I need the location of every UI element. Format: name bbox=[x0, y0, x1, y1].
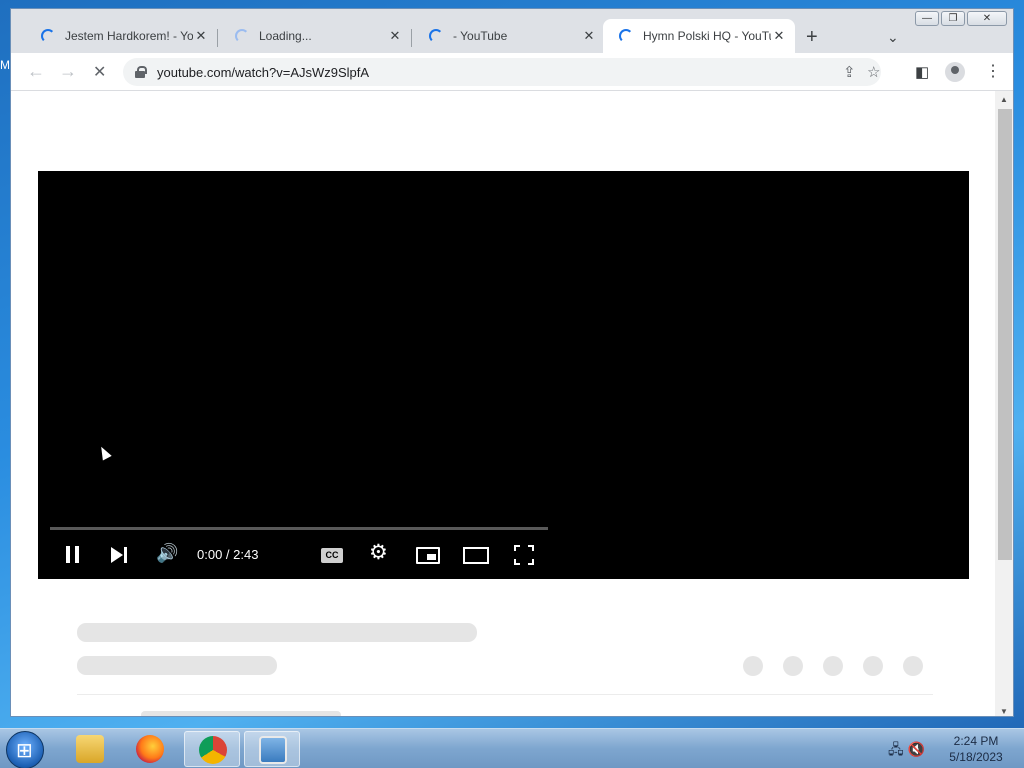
bookmark-star-icon[interactable]: ☆ bbox=[867, 63, 880, 81]
close-icon[interactable]: ✕ bbox=[771, 28, 787, 44]
vertical-scrollbar[interactable]: ▲ ▼ bbox=[995, 91, 1013, 716]
video-player[interactable]: 🔊 0:00 / 2:43 CC ⚙ bbox=[38, 171, 969, 579]
taskbar-firefox[interactable] bbox=[122, 731, 178, 767]
time-display: 0:00 / 2:43 bbox=[197, 547, 259, 562]
tab-title: Loading... bbox=[259, 29, 312, 43]
close-icon[interactable]: ✕ bbox=[387, 28, 403, 44]
tab-separator bbox=[411, 29, 412, 47]
chrome-icon bbox=[199, 736, 227, 764]
tab-search-button[interactable]: ⌄ bbox=[887, 29, 899, 46]
explorer-icon bbox=[76, 735, 104, 763]
theater-mode-button[interactable] bbox=[463, 547, 489, 564]
scroll-down-arrow-icon[interactable]: ▼ bbox=[1000, 707, 1008, 716]
taskbar-image-viewer[interactable] bbox=[244, 731, 300, 767]
tab-hymn-polski[interactable]: Hymn Polski HQ - YouTu ✕ bbox=[603, 19, 795, 53]
channel-placeholder bbox=[77, 656, 277, 675]
tab-loading[interactable]: Loading... ✕ bbox=[219, 19, 411, 53]
content-divider bbox=[77, 694, 933, 695]
tab-youtube[interactable]: - YouTube ✕ bbox=[413, 19, 605, 53]
new-tab-button[interactable]: + bbox=[806, 26, 818, 49]
start-button[interactable] bbox=[6, 731, 44, 768]
firefox-icon bbox=[136, 735, 164, 763]
url-text[interactable]: youtube.com/watch?v=AJsWz9SlpfA bbox=[157, 65, 369, 80]
page-content: 🔊 0:00 / 2:43 CC ⚙ bbox=[11, 91, 995, 716]
image-viewer-icon bbox=[259, 736, 287, 764]
lock-icon[interactable] bbox=[135, 66, 147, 78]
loading-spinner-icon bbox=[429, 29, 443, 43]
taskbar-explorer[interactable] bbox=[62, 731, 118, 767]
next-button[interactable] bbox=[111, 547, 129, 563]
back-button[interactable]: ← bbox=[27, 61, 45, 82]
volume-icon[interactable]: 🔊 bbox=[156, 543, 178, 563]
menu-icon[interactable]: ⋮ bbox=[985, 61, 1001, 81]
pause-button[interactable] bbox=[66, 546, 80, 563]
clock-date: 5/18/2023 bbox=[949, 750, 1003, 764]
stop-loading-button[interactable]: ✕ bbox=[93, 62, 106, 82]
taskbar: 🖧 🔇 2:24 PM 5/18/2023 bbox=[0, 728, 1024, 768]
settings-gear-icon[interactable]: ⚙ bbox=[369, 542, 388, 563]
system-tray[interactable]: 🖧 🔇 bbox=[888, 739, 925, 763]
captions-button[interactable]: CC bbox=[321, 548, 343, 563]
clock-time: 2:24 PM bbox=[953, 734, 999, 748]
action-placeholder bbox=[863, 656, 883, 676]
clock[interactable]: 2:24 PM 5/18/2023 bbox=[940, 733, 1012, 765]
progress-bar[interactable] bbox=[50, 527, 548, 530]
description-placeholder bbox=[141, 711, 341, 716]
tab-separator bbox=[217, 29, 218, 47]
loading-spinner-icon bbox=[619, 29, 633, 43]
tab-title: Hymn Polski HQ - YouTu bbox=[643, 29, 771, 43]
taskbar-chrome[interactable] bbox=[184, 731, 240, 767]
miniplayer-button[interactable] bbox=[416, 547, 440, 564]
action-placeholder bbox=[743, 656, 763, 676]
tab-jestem-hardkorem[interactable]: Jestem Hardkorem! - Yo ✕ bbox=[25, 19, 217, 53]
action-placeholder bbox=[903, 656, 923, 676]
address-bar[interactable]: youtube.com/watch?v=AJsWz9SlpfA ⇪ ☆ bbox=[123, 58, 881, 86]
forward-button[interactable]: → bbox=[59, 61, 77, 82]
side-panel-icon[interactable]: ◧ bbox=[915, 63, 929, 81]
tab-title: - YouTube bbox=[453, 29, 508, 43]
browser-toolbar: ← → ✕ youtube.com/watch?v=AJsWz9SlpfA ⇪ … bbox=[11, 53, 1013, 91]
action-placeholder bbox=[783, 656, 803, 676]
close-icon[interactable]: ✕ bbox=[581, 28, 597, 44]
loading-spinner-icon bbox=[41, 29, 55, 43]
scroll-up-arrow-icon[interactable]: ▲ bbox=[1000, 95, 1008, 104]
desktop-edge-text: M bbox=[0, 58, 10, 72]
profile-avatar[interactable] bbox=[945, 62, 965, 82]
tab-title: Jestem Hardkorem! - Yo bbox=[65, 29, 193, 43]
scroll-thumb[interactable] bbox=[998, 109, 1012, 560]
share-icon[interactable]: ⇪ bbox=[843, 63, 856, 81]
fullscreen-button[interactable] bbox=[514, 545, 534, 565]
close-icon[interactable]: ✕ bbox=[193, 28, 209, 44]
action-placeholder bbox=[823, 656, 843, 676]
browser-window: — ❐ ✕ Jestem Hardkorem! - Yo ✕ Loading..… bbox=[10, 8, 1014, 717]
loading-spinner-icon bbox=[235, 29, 249, 43]
tab-strip: Jestem Hardkorem! - Yo ✕ Loading... ✕ - … bbox=[11, 19, 1013, 53]
title-placeholder bbox=[77, 623, 477, 642]
